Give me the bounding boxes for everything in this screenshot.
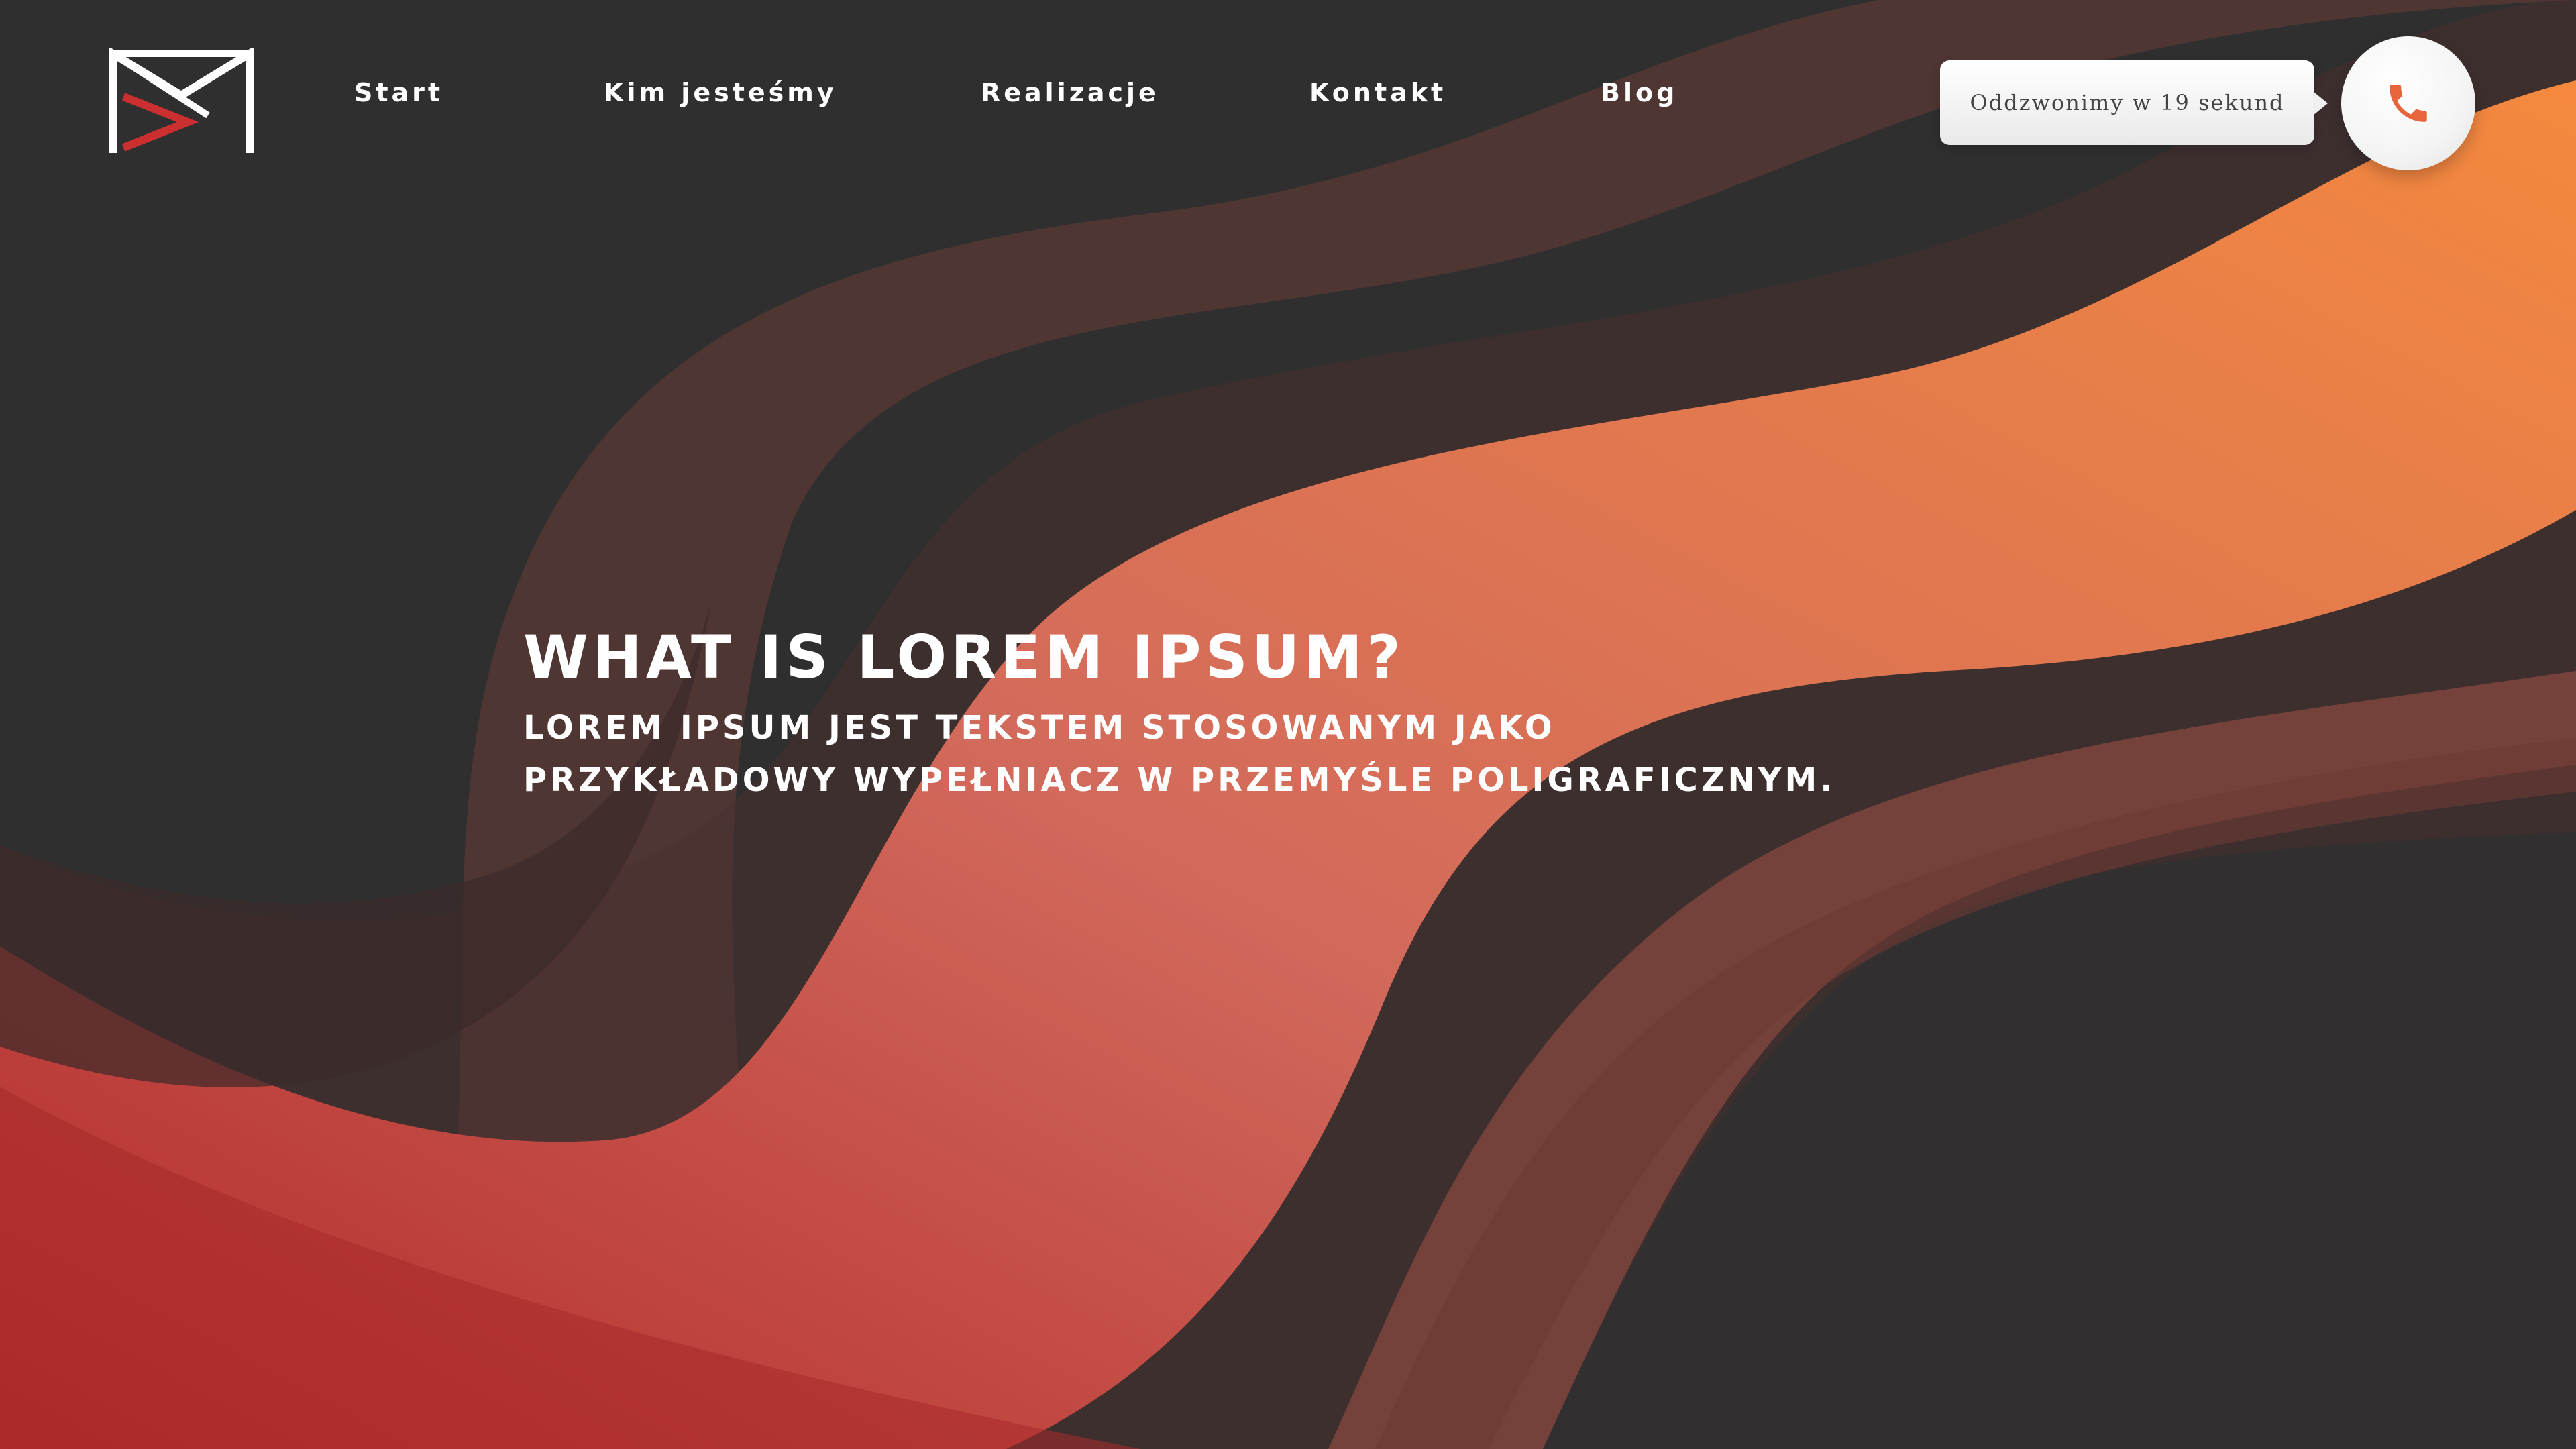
callback-text: Oddzwonimy w 19 sekund (1970, 90, 2285, 115)
brand-logo-icon[interactable] (107, 48, 255, 158)
phone-callback-button[interactable] (2341, 36, 2475, 170)
nav-item-kontakt[interactable]: Kontakt (1309, 75, 1446, 110)
nav-item-start[interactable]: Start (354, 75, 443, 110)
phone-icon (2390, 85, 2427, 122)
hero-subtitle: LOREM IPSUM JEST TEKSTEM STOSOWANYM JAKO… (523, 709, 1836, 799)
hero-section: WHAT IS LOREM IPSUM? LOREM IPSUM JEST TE… (523, 617, 1999, 806)
landing-page: Start Kim jesteśmy Realizacje Kontakt Bl… (0, 0, 2576, 1449)
hero-title: WHAT IS LOREM IPSUM? (523, 623, 1405, 692)
callback-tooltip: Oddzwonimy w 19 sekund (1940, 60, 2328, 145)
nav-item-kim-jestesmy[interactable]: Kim jesteśmy (604, 75, 837, 110)
nav-item-realizacje[interactable]: Realizacje (981, 75, 1159, 110)
nav-item-blog[interactable]: Blog (1601, 75, 1678, 110)
